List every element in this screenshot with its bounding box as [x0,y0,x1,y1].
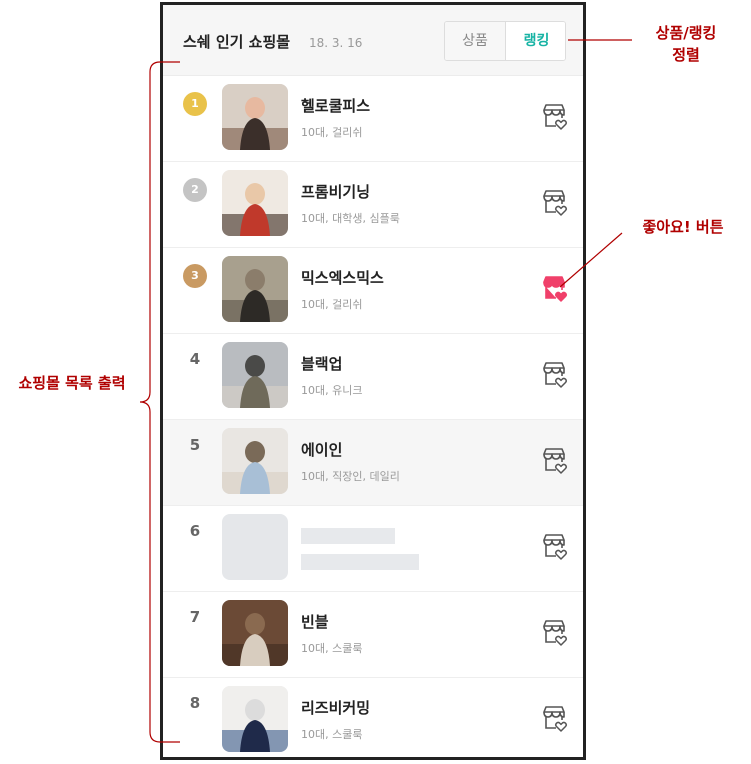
annotation-list-bracket [139,61,180,743]
annotation-like-line [559,232,623,288]
annotation-lines [139,39,632,743]
